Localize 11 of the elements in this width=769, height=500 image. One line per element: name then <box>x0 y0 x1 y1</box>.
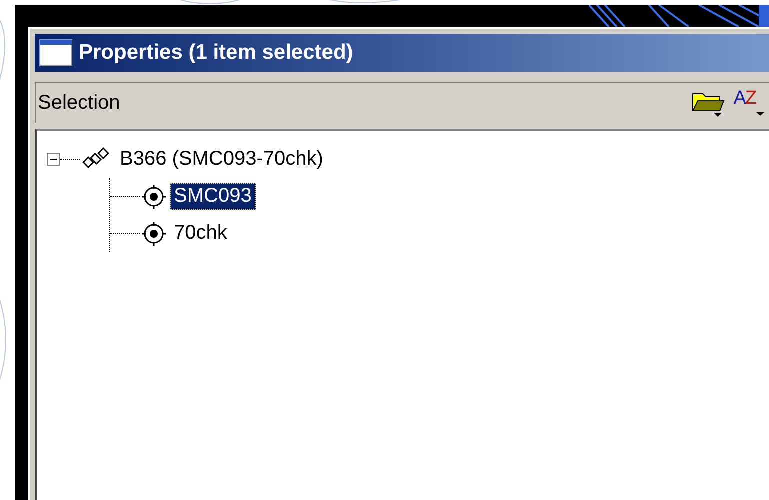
collapse-toggle[interactable] <box>47 153 60 166</box>
caret-icon <box>756 112 765 116</box>
target-point-icon <box>140 182 168 210</box>
selection-label: Selection <box>38 92 122 114</box>
tree-item[interactable]: SMC093 <box>170 183 256 210</box>
window-icon <box>39 39 73 67</box>
window-title: Properties (1 item selected) <box>79 41 354 65</box>
target-point-icon <box>140 220 168 248</box>
tree-item[interactable]: B366 (SMC093-70chk) <box>116 146 328 173</box>
tree-item[interactable]: 70chk <box>170 220 232 247</box>
sort-dropdown-button[interactable]: AZ <box>730 88 769 118</box>
